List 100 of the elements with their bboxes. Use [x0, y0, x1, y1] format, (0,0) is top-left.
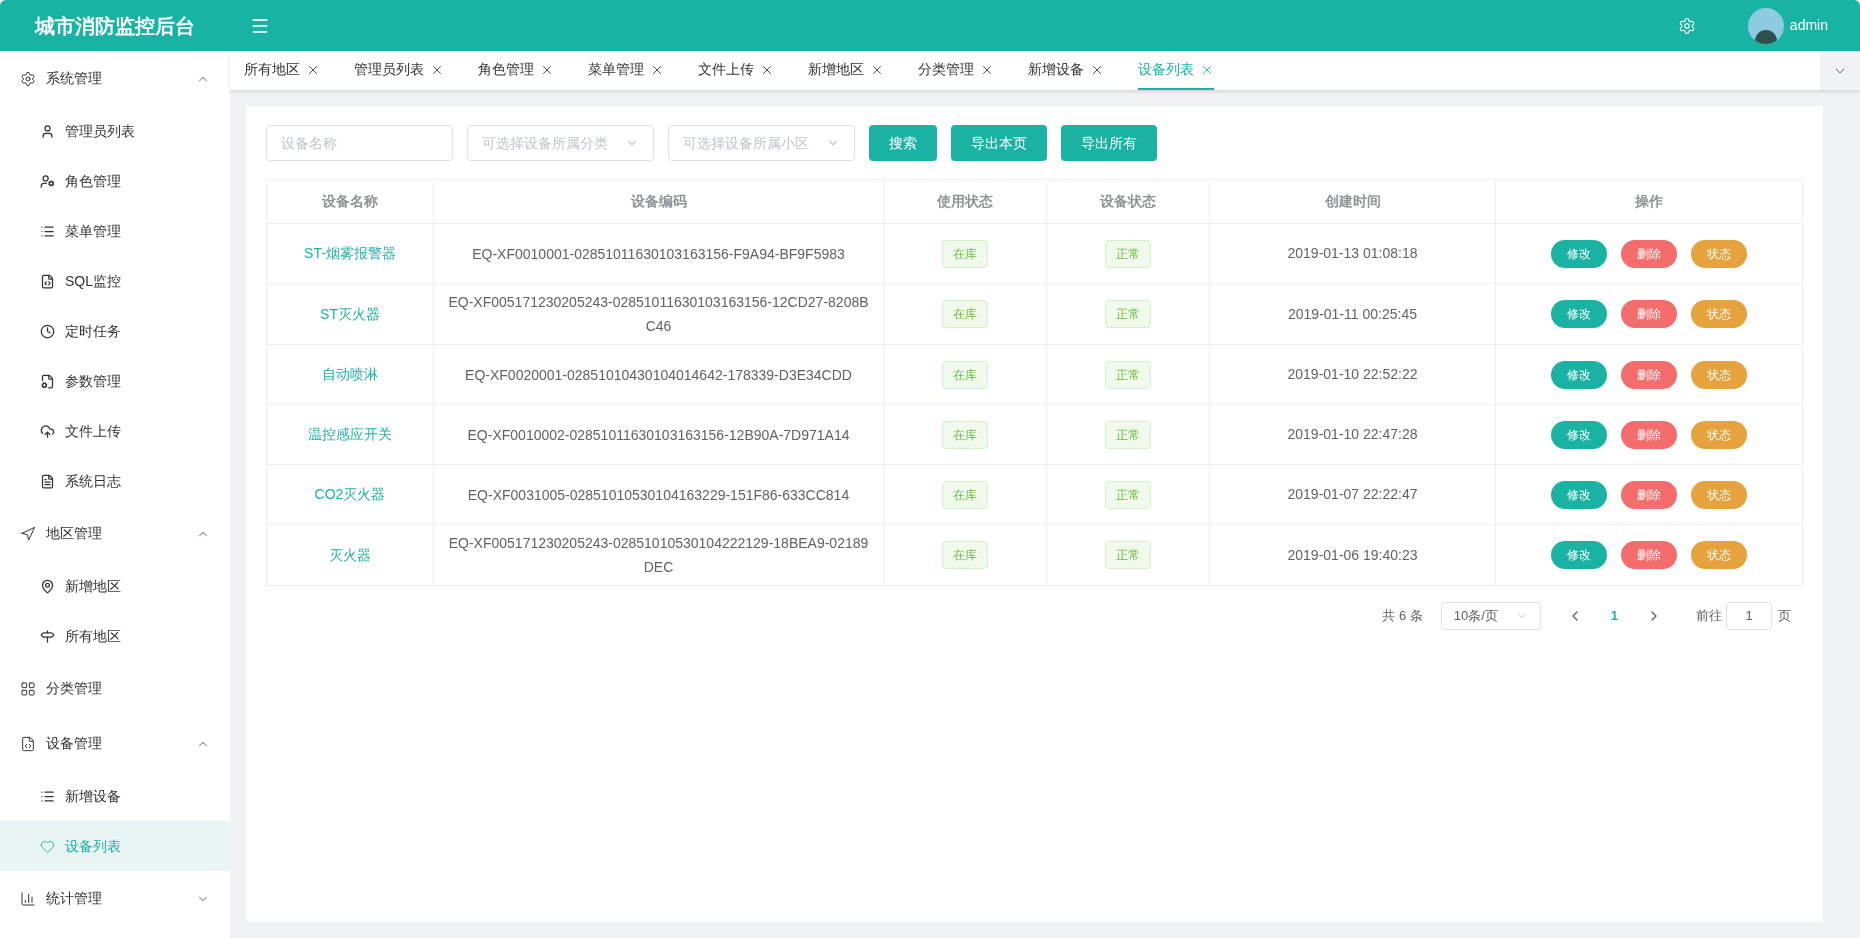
created-time: 2019-01-10 22:47:28	[1287, 426, 1418, 442]
device-name-link[interactable]: CO2灭火器	[314, 486, 386, 502]
edit-button[interactable]: 修改	[1551, 300, 1607, 328]
sidebar-item[interactable]: 新增地区	[0, 561, 230, 611]
total-count: 共 6 条	[1382, 607, 1423, 626]
tab[interactable]: 文件上传	[698, 51, 774, 90]
delete-button[interactable]: 删除	[1621, 420, 1677, 449]
status-tag: 正常	[1105, 541, 1151, 569]
page-input[interactable]: 1	[1726, 602, 1772, 630]
tab[interactable]: 角色管理	[478, 51, 554, 90]
clock-icon	[40, 323, 55, 339]
sidebar-item[interactable]: 系统日志	[0, 456, 230, 506]
column-header: 操作	[1495, 179, 1803, 224]
sidebar-item[interactable]: SQL监控	[0, 256, 230, 306]
status-tag: 正常	[1105, 300, 1151, 328]
sidebar-item[interactable]: 参数管理	[0, 356, 230, 406]
user-name[interactable]: admin	[1789, 15, 1828, 36]
usage-tag: 在库	[942, 300, 988, 328]
sidebar-item[interactable]: 设备列表	[0, 821, 230, 871]
edit-button[interactable]: 修改	[1551, 480, 1607, 509]
state-button[interactable]: 状态	[1691, 480, 1747, 509]
delete-button[interactable]: 删除	[1621, 541, 1677, 569]
action-button[interactable]: 导出本页	[951, 125, 1047, 161]
column-header: 创建时间	[1209, 179, 1496, 224]
select-field[interactable]: 可选择设备所属分类	[467, 125, 654, 161]
user-icon	[40, 123, 55, 139]
device-code: EQ-XF0010002-02851011630103163156-12B90A-7D971A14	[467, 426, 850, 443]
sidebar-item[interactable]: 所有地区	[0, 611, 230, 661]
edit-button[interactable]: 修改	[1551, 420, 1607, 449]
usage-tag: 在库	[942, 239, 988, 268]
input-field[interactable]: 设备名称	[266, 125, 453, 161]
action-button[interactable]: 搜索	[869, 125, 937, 161]
sidebar-item[interactable]: 文件上传	[0, 406, 230, 456]
avatar[interactable]	[1747, 7, 1784, 44]
cloud-upload-icon	[40, 423, 55, 439]
created-time: 2019-01-07 22:22:47	[1287, 486, 1418, 502]
edit-button[interactable]: 修改	[1551, 541, 1607, 569]
device-code: EQ-XF005171230205243-02851011630103163156-12CD27-8208BC46	[448, 294, 869, 334]
status-tag: 正常	[1105, 239, 1151, 268]
sidebar-group[interactable]: 设备管理	[0, 716, 230, 771]
device-code: EQ-XF0010001-02851011630103163156-F9A94-BF9F5983	[472, 245, 845, 262]
grid-icon	[20, 680, 36, 697]
page-number[interactable]: 1	[1610, 606, 1618, 626]
tab[interactable]: 分类管理	[918, 51, 994, 90]
column-header: 设备名称	[266, 179, 434, 224]
delete-button[interactable]: 删除	[1621, 360, 1677, 389]
device-name-link[interactable]: ST灭火器	[320, 305, 380, 322]
app-title: 城市消防监控后台	[33, 13, 196, 39]
created-time: 2019-01-13 01:08:18	[1287, 245, 1418, 261]
settings-icon[interactable]	[1677, 16, 1696, 35]
goto-label: 前往	[1696, 607, 1722, 626]
tab[interactable]: 管理员列表	[354, 51, 444, 90]
state-button[interactable]: 状态	[1691, 420, 1747, 449]
usage-tag: 在库	[942, 541, 988, 569]
sidebar-item[interactable]: 菜单管理	[0, 206, 230, 256]
state-button[interactable]: 状态	[1691, 360, 1747, 389]
sidebar-group[interactable]: 地区管理	[0, 506, 230, 561]
column-header: 设备状态	[1046, 179, 1210, 224]
sidebar-group[interactable]: 系统管理	[0, 51, 230, 106]
page-size-select[interactable]: 10条/页	[1440, 602, 1541, 630]
created-time: 2019-01-11 00:25:45	[1288, 305, 1417, 322]
status-tag: 正常	[1105, 480, 1151, 509]
sidebar-item[interactable]: 管理员列表	[0, 106, 230, 156]
navigation-icon	[20, 525, 36, 542]
sidebar-item[interactable]: 新增设备	[0, 771, 230, 821]
sidebar-group[interactable]: 统计管理	[0, 871, 230, 926]
edit-button[interactable]: 修改	[1551, 360, 1607, 389]
bar-chart-icon	[20, 890, 36, 907]
gear-icon	[20, 70, 36, 87]
document-icon	[20, 735, 36, 752]
sidebar-item[interactable]: 定时任务	[0, 306, 230, 356]
delete-button[interactable]: 删除	[1621, 239, 1677, 268]
list-icon	[40, 223, 55, 239]
state-button[interactable]: 状态	[1691, 541, 1747, 569]
device-code: EQ-XF005171230205243-02851010530104222129-18BEA9-02189DEC	[448, 535, 869, 575]
action-button[interactable]: 导出所有	[1061, 125, 1157, 161]
created-time: 2019-01-10 22:52:22	[1287, 366, 1418, 382]
tab[interactable]: 所有地区	[244, 51, 320, 90]
device-code: EQ-XF0020001-02851010430104014642-178339-D3E34CDD	[465, 366, 852, 383]
state-button[interactable]: 状态	[1691, 239, 1747, 268]
delete-button[interactable]: 删除	[1621, 480, 1677, 509]
device-name-link[interactable]: 自动喷淋	[322, 366, 378, 382]
delete-button[interactable]: 删除	[1621, 300, 1677, 328]
tab[interactable]: 菜单管理	[588, 51, 664, 90]
device-name-link[interactable]: 灭火器	[329, 546, 371, 563]
sidebar-group[interactable]: 分类管理	[0, 661, 230, 716]
sidebar-item[interactable]: 角色管理	[0, 156, 230, 206]
signpost-icon	[40, 628, 55, 644]
pin-icon	[40, 578, 55, 594]
device-name-link[interactable]: ST-烟雾报警器	[304, 245, 396, 261]
list-icon	[40, 788, 55, 804]
device-code: EQ-XF0031005-02851010530104163229-151F86-633CC814	[467, 486, 850, 503]
tab[interactable]: 新增地区	[808, 51, 884, 90]
document-gear-icon	[40, 373, 55, 389]
select-field[interactable]: 可选择设备所属小区	[668, 125, 855, 161]
state-button[interactable]: 状态	[1691, 300, 1747, 328]
tab[interactable]: 设备列表	[1138, 51, 1214, 90]
tab[interactable]: 新增设备	[1028, 51, 1104, 90]
edit-button[interactable]: 修改	[1551, 239, 1607, 268]
device-name-link[interactable]: 温控感应开关	[308, 426, 392, 442]
